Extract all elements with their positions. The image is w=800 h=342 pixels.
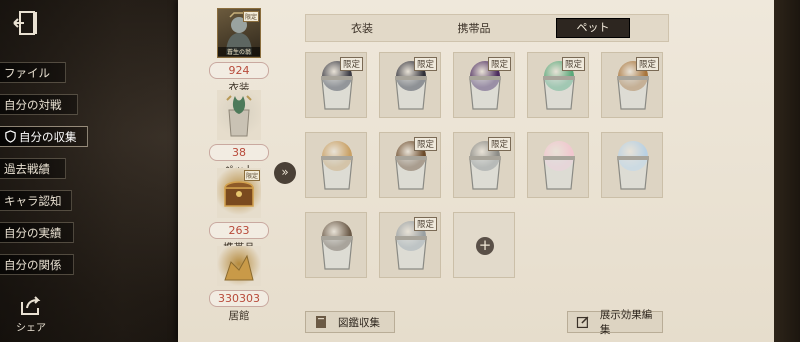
limited-badge: 限定 bbox=[487, 137, 511, 151]
pet-slot[interactable]: 限定 bbox=[601, 52, 663, 118]
nav-item-my-achievements[interactable]: 自分の実績 bbox=[0, 222, 74, 243]
tab-pet[interactable]: ペット bbox=[556, 18, 630, 38]
limited-badge: 限定 bbox=[413, 137, 437, 151]
residence-thumbnail bbox=[217, 246, 261, 286]
accessory-count: 263 bbox=[209, 222, 269, 239]
costume-count: 924 bbox=[209, 62, 269, 79]
nav-item-label: 自分の実績 bbox=[4, 225, 62, 240]
pet-slot[interactable] bbox=[305, 132, 367, 198]
glass-jar-icon bbox=[321, 76, 353, 110]
nav-item-label: 過去戦績 bbox=[4, 161, 50, 176]
book-icon bbox=[316, 316, 326, 328]
nav-item-label: ファイル bbox=[4, 65, 50, 80]
glass-jar-icon bbox=[321, 236, 353, 270]
tab-costume[interactable]: 衣装 bbox=[306, 20, 418, 36]
pet-slot[interactable] bbox=[527, 132, 589, 198]
shield-icon bbox=[5, 130, 16, 143]
collection-book-button[interactable]: 図鑑収集 bbox=[305, 311, 395, 333]
expand-icon[interactable]: » bbox=[274, 162, 296, 184]
residence-label: 居館 bbox=[228, 310, 250, 322]
pet-count: 38 bbox=[209, 144, 269, 161]
pet-slot[interactable]: 限定 bbox=[453, 52, 515, 118]
glass-jar-icon bbox=[617, 156, 649, 190]
pet-slot[interactable]: 限定 bbox=[379, 52, 441, 118]
limited-badge: 限定 bbox=[561, 57, 585, 71]
glass-jar-icon bbox=[321, 156, 353, 190]
pet-slot[interactable]: 限定 bbox=[527, 52, 589, 118]
summary-residence[interactable]: 330303 居館 bbox=[208, 246, 270, 322]
glass-jar-icon bbox=[469, 156, 501, 190]
limited-badge: 限定 bbox=[339, 57, 363, 71]
glass-jar-icon bbox=[395, 236, 427, 270]
nav-item-file[interactable]: ファイル bbox=[0, 62, 66, 83]
nav-item-label: キャラ認知 bbox=[4, 193, 62, 208]
collection-summary: 限定 蒼生の翁 924 衣装 38 ペット 限定 263 携帯品 bbox=[208, 8, 270, 322]
pet-icon bbox=[226, 95, 252, 137]
pet-slot[interactable]: 限定 bbox=[379, 132, 441, 198]
limited-badge: 限定 bbox=[242, 11, 259, 22]
nav-item-character-recognition[interactable]: キャラ認知 bbox=[0, 190, 72, 211]
nav-item-label: 自分の関係 bbox=[4, 257, 62, 272]
panel-edge bbox=[774, 0, 800, 342]
add-pet-slot[interactable]: + bbox=[453, 212, 515, 278]
nav-item-my-collection[interactable]: 自分の収集 bbox=[0, 126, 88, 147]
pet-grid: + 限定 限定 限定 限定 限定 限定 限定 限定 bbox=[305, 52, 685, 282]
limited-badge: 限定 bbox=[413, 217, 437, 231]
pet-slot[interactable]: 限定 bbox=[453, 132, 515, 198]
pet-slot[interactable] bbox=[305, 212, 367, 278]
limited-badge: 限定 bbox=[243, 170, 260, 181]
limited-badge: 限定 bbox=[487, 57, 511, 71]
limited-badge: 限定 bbox=[635, 57, 659, 71]
residence-icon bbox=[224, 254, 254, 281]
nav-item-my-matches[interactable]: 自分の対戦 bbox=[0, 94, 78, 115]
pet-slot[interactable]: 限定 bbox=[379, 212, 441, 278]
exit-icon[interactable] bbox=[10, 8, 44, 38]
glass-jar-icon bbox=[395, 156, 427, 190]
collection-book-label: 図鑑収集 bbox=[338, 316, 380, 329]
category-tabs: 衣装 携帯品 ペット bbox=[305, 14, 669, 42]
costume-name: 蒼生の翁 bbox=[218, 47, 260, 56]
display-effect-edit-button[interactable]: 展示効果編集 bbox=[567, 309, 663, 336]
pet-thumbnail bbox=[217, 90, 261, 140]
display-effect-edit-label: 展示効果編集 bbox=[599, 309, 653, 336]
plus-icon: + bbox=[476, 237, 494, 255]
share-button[interactable]: シェア bbox=[14, 294, 48, 334]
residence-count: 330303 bbox=[209, 290, 269, 307]
nav-item-label: 自分の対戦 bbox=[4, 97, 62, 112]
glass-jar-icon bbox=[395, 76, 427, 110]
pet-slot[interactable] bbox=[601, 132, 663, 198]
left-navigation: ファイル 自分の対戦 自分の収集 過去戦績 キャラ認知 自分の実績 自分の関係 … bbox=[0, 0, 175, 342]
summary-pet[interactable]: 38 ペット bbox=[208, 90, 270, 176]
accessory-thumbnail: 限定 bbox=[217, 168, 261, 218]
glass-jar-icon bbox=[469, 76, 501, 110]
glass-jar-icon bbox=[543, 156, 575, 190]
tab-accessory[interactable]: 携帯品 bbox=[418, 20, 530, 36]
glass-jar-icon bbox=[617, 76, 649, 110]
nav-item-label: 自分の収集 bbox=[19, 129, 77, 144]
nav-item-past-records[interactable]: 過去戦績 bbox=[0, 158, 66, 179]
share-icon bbox=[21, 296, 41, 315]
nav-item-my-relations[interactable]: 自分の関係 bbox=[0, 254, 74, 275]
pet-slot[interactable]: 限定 bbox=[305, 52, 367, 118]
limited-badge: 限定 bbox=[413, 57, 437, 71]
glass-jar-icon bbox=[543, 76, 575, 110]
summary-costume[interactable]: 限定 蒼生の翁 924 衣装 bbox=[208, 8, 270, 94]
costume-thumbnail: 限定 蒼生の翁 bbox=[217, 8, 261, 58]
summary-accessory[interactable]: 限定 263 携帯品 bbox=[208, 168, 270, 254]
edit-icon bbox=[576, 316, 589, 329]
share-label: シェア bbox=[16, 323, 46, 334]
